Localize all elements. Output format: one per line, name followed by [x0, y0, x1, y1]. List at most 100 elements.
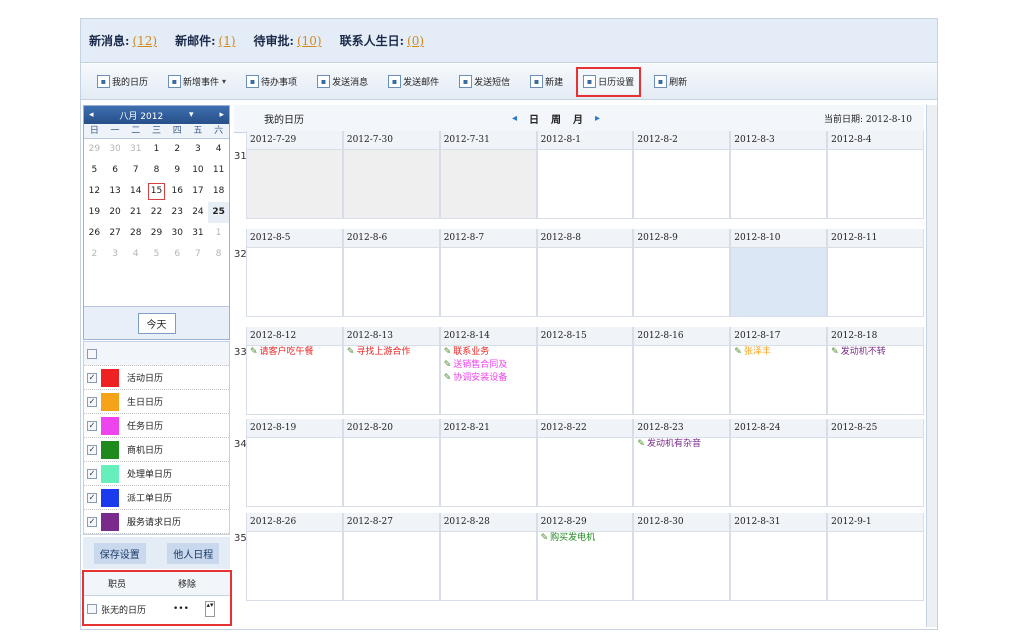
day-cell[interactable]: 2012-8-18发动机不转 [827, 327, 924, 415]
legend-checkbox[interactable]: ✓ [87, 516, 97, 527]
others-schedule-button[interactable]: 他人日程 [167, 542, 220, 564]
mini-day[interactable]: 19 [84, 202, 105, 223]
calendar-event[interactable]: 发动机不转 [828, 346, 923, 359]
legend-item[interactable]: ✓ 派工单日历 [84, 486, 229, 510]
day-cell[interactable]: 2012-8-26 [246, 513, 343, 601]
legend-item[interactable]: ✓ 服务请求日历 [84, 510, 229, 534]
day-cell[interactable]: 2012-7-31 [439, 131, 537, 219]
mini-day[interactable]: 25 [208, 202, 229, 223]
legend-checkbox[interactable]: ✓ [87, 372, 97, 383]
view-week-button[interactable]: 周 [551, 111, 561, 126]
day-cell[interactable]: 2012-8-20 [342, 419, 440, 507]
day-cell[interactable]: 2012-8-9 [633, 229, 731, 317]
day-cell[interactable]: 2012-8-8 [536, 229, 634, 317]
prev-period-icon[interactable]: ◂ [512, 113, 517, 124]
day-cell[interactable]: 2012-7-29 [246, 131, 343, 219]
spinner-icon[interactable]: ▴▾ [205, 601, 215, 617]
mini-day[interactable]: 18 [208, 181, 229, 202]
mini-day[interactable]: 2 [84, 244, 105, 265]
calendar-event[interactable]: 请客户吃午餐 [247, 346, 342, 359]
day-cell[interactable]: 2012-8-23发动机有杂音 [633, 419, 731, 507]
mini-day[interactable]: 1 [208, 223, 229, 244]
notify-count-link[interactable]: (1) [219, 34, 236, 48]
day-cell[interactable]: 2012-8-25 [827, 419, 924, 507]
prev-month-icon[interactable]: ◂ [89, 110, 94, 120]
legend-item[interactable]: ✓ 活动日历 [84, 366, 229, 390]
mini-day[interactable]: 23 [167, 202, 188, 223]
notify-count-link[interactable]: (0) [407, 34, 424, 48]
mini-day[interactable]: 15 [146, 181, 167, 202]
day-cell[interactable]: 2012-8-31 [730, 513, 828, 601]
day-cell[interactable]: 2012-7-30 [342, 131, 440, 219]
mini-day[interactable]: 29 [146, 223, 167, 244]
mini-day[interactable]: 1 [146, 139, 167, 160]
mini-day[interactable]: 27 [105, 223, 126, 244]
toolbar-button-8[interactable]: ▪ 日历设置 [576, 66, 642, 97]
toolbar-button-1[interactable]: ▪ 我的日历 [93, 70, 152, 94]
mini-day[interactable]: 20 [105, 202, 126, 223]
day-cell[interactable]: 2012-8-30 [633, 513, 731, 601]
mini-day[interactable]: 3 [105, 244, 126, 265]
day-cell[interactable]: 2012-8-17张泽丰 [730, 327, 828, 415]
mini-day[interactable]: 3 [188, 139, 209, 160]
next-period-icon[interactable]: ▸ [595, 113, 600, 124]
toolbar-button-5[interactable]: ▪ 发送邮件 [384, 70, 443, 94]
calendar-event[interactable]: 张泽丰 [731, 346, 826, 359]
notify-count-link[interactable]: (12) [132, 34, 157, 48]
mini-day[interactable]: 29 [84, 139, 105, 160]
day-cell[interactable]: 2012-8-21 [439, 419, 537, 507]
mini-day[interactable]: 22 [146, 202, 167, 223]
day-cell[interactable]: 2012-8-4 [827, 131, 924, 219]
toolbar-button-9[interactable]: ▪ 刷新 [650, 70, 691, 94]
month-dropdown-icon[interactable]: ▾ [189, 110, 194, 120]
day-cell[interactable]: 2012-8-3 [730, 131, 828, 219]
day-cell[interactable]: 2012-8-7 [439, 229, 537, 317]
mini-day[interactable]: 8 [146, 160, 167, 181]
mini-day[interactable]: 9 [167, 160, 188, 181]
day-cell[interactable]: 2012-8-15 [536, 327, 634, 415]
legend-checkbox[interactable]: ✓ [87, 468, 97, 479]
day-cell[interactable]: 2012-8-2 [633, 131, 731, 219]
legend-item[interactable]: ✓ 任务日历 [84, 414, 229, 438]
mini-day[interactable]: 7 [125, 160, 146, 181]
view-month-button[interactable]: 月 [573, 111, 583, 126]
mini-day[interactable]: 16 [167, 181, 188, 202]
day-cell[interactable]: 2012-8-14联系业务送销售合同及协调安装设备 [439, 327, 537, 415]
calendar-event[interactable]: 送销售合同及 [441, 359, 536, 372]
calendar-event[interactable]: 购买发电机 [538, 532, 633, 545]
mini-day[interactable]: 12 [84, 181, 105, 202]
mini-day[interactable]: 11 [208, 160, 229, 181]
notify-count-link[interactable]: (10) [297, 34, 322, 48]
select-all-checkbox[interactable] [87, 348, 97, 359]
mini-day[interactable]: 5 [146, 244, 167, 265]
legend-item[interactable]: ✓ 商机日历 [84, 438, 229, 462]
mini-day[interactable]: 13 [105, 181, 126, 202]
mini-day[interactable]: 31 [188, 223, 209, 244]
staff-checkbox[interactable] [87, 604, 97, 614]
day-cell[interactable]: 2012-9-1 [827, 513, 924, 601]
day-cell[interactable]: 2012-8-10 [730, 229, 828, 317]
day-cell[interactable]: 2012-8-19 [246, 419, 343, 507]
legend-checkbox[interactable]: ✓ [87, 444, 97, 455]
staff-calendar-name[interactable]: 张无的日历 [101, 603, 173, 616]
mini-day[interactable]: 4 [125, 244, 146, 265]
mini-day[interactable]: 7 [188, 244, 209, 265]
mini-day[interactable]: 10 [188, 160, 209, 181]
day-cell[interactable]: 2012-8-28 [439, 513, 537, 601]
mini-day[interactable]: 17 [188, 181, 209, 202]
today-button[interactable]: 今天 [137, 312, 176, 334]
legend-checkbox[interactable]: ✓ [87, 420, 97, 431]
next-month-icon[interactable]: ▸ [219, 110, 224, 120]
day-cell[interactable]: 2012-8-16 [633, 327, 731, 415]
mini-day[interactable]: 21 [125, 202, 146, 223]
day-cell[interactable]: 2012-8-6 [342, 229, 440, 317]
toolbar-button-6[interactable]: ▪ 发送短信 [455, 70, 514, 94]
toolbar-button-3[interactable]: ▪ 待办事项 [242, 70, 301, 94]
legend-checkbox[interactable]: ✓ [87, 396, 97, 407]
mini-day[interactable]: 4 [208, 139, 229, 160]
day-cell[interactable]: 2012-8-1 [536, 131, 634, 219]
day-cell[interactable]: 2012-8-11 [827, 229, 924, 317]
legend-item[interactable]: ✓ 处理单日历 [84, 462, 229, 486]
toolbar-button-7[interactable]: ▪ 新建 [526, 70, 567, 94]
mini-day[interactable]: 30 [167, 223, 188, 244]
